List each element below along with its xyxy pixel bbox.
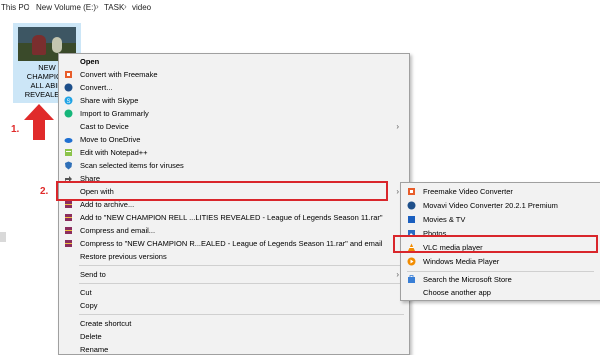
submenu-item-freemake[interactable]: Freemake Video Converter xyxy=(401,186,600,198)
chevron-right-icon: › xyxy=(124,2,127,11)
menu-item-open[interactable]: Open xyxy=(59,56,409,67)
breadcrumb-task[interactable]: TASK xyxy=(104,3,124,12)
movies-tv-icon xyxy=(408,216,415,223)
menu-item-notepadpp[interactable]: Edit with Notepad++ xyxy=(59,147,409,158)
menu-item-send-to[interactable]: Send to › xyxy=(59,269,409,280)
submenu-item-wmp[interactable]: Windows Media Player xyxy=(401,256,600,268)
vlc-highlight xyxy=(393,235,598,253)
menu-item-delete[interactable]: Delete xyxy=(59,331,409,342)
winrar-icon xyxy=(65,214,72,221)
submenu-item-movies-tv[interactable]: Movies & TV xyxy=(401,214,600,226)
context-menu: Open Convert with Freemake Convert... S … xyxy=(58,53,410,355)
menu-separator xyxy=(79,283,404,284)
store-icon xyxy=(408,275,415,283)
grammarly-icon xyxy=(64,109,73,118)
breadcrumb-new-volume[interactable]: New Volume (E:) xyxy=(36,3,96,12)
menu-item-restore-versions[interactable]: Restore previous versions xyxy=(59,251,409,262)
chevron-right-icon: › xyxy=(96,2,99,11)
menu-separator xyxy=(407,271,594,272)
step-1-label: 1. xyxy=(11,124,20,135)
menu-item-compress-rar-email[interactable]: Compress to "NEW CHAMPION R...EALED - Le… xyxy=(59,238,409,249)
shield-icon xyxy=(65,161,72,170)
menu-item-cut[interactable]: Cut xyxy=(59,287,409,298)
menu-item-grammarly[interactable]: Import to Grammarly xyxy=(59,108,409,119)
breadcrumb: This PC › New Volume (E:) › TASK › video xyxy=(0,0,600,14)
freemake-icon xyxy=(408,188,415,195)
breadcrumb-video[interactable]: video xyxy=(132,3,151,12)
submenu-item-choose-app[interactable]: Choose another app xyxy=(401,287,600,299)
breadcrumb-this-pc[interactable]: This PC xyxy=(1,3,29,12)
step-2-label: 2. xyxy=(40,186,49,197)
menu-item-compress-email[interactable]: Compress and email... xyxy=(59,225,409,236)
menu-item-rename[interactable]: Rename xyxy=(59,344,409,355)
svg-text:S: S xyxy=(66,99,70,105)
menu-item-copy[interactable]: Copy xyxy=(59,300,409,311)
menu-item-add-rar[interactable]: Add to "NEW CHAMPION RELL ...LITIES REVE… xyxy=(59,212,409,223)
scrollbar-fragment xyxy=(0,232,6,242)
menu-item-share-skype[interactable]: S Share with Skype xyxy=(59,95,409,106)
menu-item-onedrive[interactable]: Move to OneDrive xyxy=(59,134,409,145)
chevron-right-icon: › xyxy=(396,270,399,279)
menu-item-create-shortcut[interactable]: Create shortcut xyxy=(59,318,409,329)
winrar-icon xyxy=(65,240,72,247)
menu-item-convert-freemake[interactable]: Convert with Freemake xyxy=(59,69,409,80)
open-with-highlight xyxy=(56,181,388,201)
chevron-right-icon: › xyxy=(27,2,30,11)
chevron-right-icon: › xyxy=(396,187,399,196)
skype-icon: S xyxy=(64,96,73,105)
menu-item-convert[interactable]: Convert... xyxy=(59,82,409,93)
menu-item-scan-viruses[interactable]: Scan selected items for viruses xyxy=(59,160,409,171)
chevron-right-icon: › xyxy=(396,122,399,131)
movavi-icon xyxy=(407,201,416,210)
convert-icon xyxy=(64,83,73,92)
menu-separator xyxy=(79,314,404,315)
menu-item-cast-to-device[interactable]: Cast to Device › xyxy=(59,121,409,132)
arrow-up-icon xyxy=(24,104,54,140)
freemake-icon xyxy=(65,71,72,78)
submenu-item-store[interactable]: Search the Microsoft Store xyxy=(401,274,600,286)
notepadpp-icon xyxy=(65,149,72,156)
wmp-icon xyxy=(407,257,416,266)
menu-separator xyxy=(79,265,404,266)
winrar-icon xyxy=(65,227,72,234)
winrar-icon xyxy=(65,201,72,208)
submenu-item-movavi[interactable]: Movavi Video Converter 20.2.1 Premium xyxy=(401,200,600,212)
onedrive-icon xyxy=(64,138,73,143)
